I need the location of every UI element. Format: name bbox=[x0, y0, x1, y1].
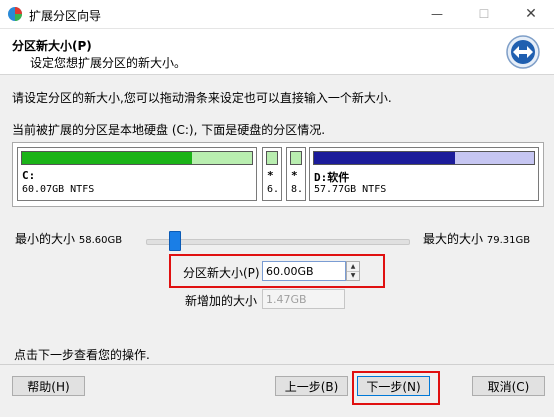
wizard-header: 分区新大小(P) 设定您想扩展分区的新大小。 bbox=[0, 29, 554, 75]
max-size-label: 最大的大小 79.31GB bbox=[423, 230, 530, 247]
min-size-text: 最小的大小 bbox=[15, 232, 76, 246]
increase-size-label: 新增加的大小 bbox=[185, 294, 258, 308]
new-size-label: 分区新大小(P) bbox=[183, 266, 260, 280]
window-title: 扩展分区向导 bbox=[29, 9, 102, 23]
partition-usage-bar bbox=[21, 151, 253, 165]
max-size-text: 最大的大小 bbox=[423, 232, 484, 246]
increase-size-field: 1.47GB bbox=[262, 289, 345, 309]
cancel-button[interactable]: 取消(C) bbox=[472, 376, 545, 396]
footer-hint: 点击下一步查看您的操作. bbox=[14, 348, 150, 362]
page-subtitle: 设定您想扩展分区的新大小。 bbox=[30, 56, 187, 70]
new-size-spinner[interactable]: ▲ ▼ bbox=[346, 261, 360, 281]
partition-unallocated-1[interactable]: * 6. bbox=[262, 147, 282, 201]
minimize-button[interactable]: — bbox=[414, 0, 460, 28]
title-bar: 扩展分区向导 — ☐ ✕ bbox=[0, 0, 554, 29]
spin-down-icon[interactable]: ▼ bbox=[347, 271, 359, 280]
partition-usage-bar bbox=[313, 151, 535, 165]
partition-usage-fill bbox=[314, 152, 455, 164]
partition-usage-bar bbox=[290, 151, 302, 165]
partition-unallocated-2[interactable]: * 8. bbox=[286, 147, 306, 201]
partition-detail: 6. bbox=[267, 184, 280, 195]
new-size-input[interactable]: 60.00GB bbox=[262, 261, 346, 281]
partition-d[interactable]: D:软件 57.77GB NTFS bbox=[309, 147, 539, 201]
size-slider-track[interactable] bbox=[146, 239, 410, 245]
partition-detail: 60.07GB NTFS bbox=[22, 184, 95, 195]
max-size-value: 79.31GB bbox=[486, 235, 531, 246]
partition-usage-bar bbox=[266, 151, 278, 165]
instruction-line-2: 当前被扩展的分区是本地硬盘 (C:), 下面是硬盘的分区情况. bbox=[12, 123, 326, 137]
partition-label: * bbox=[267, 169, 274, 182]
min-size-value: 58.60GB bbox=[78, 235, 123, 246]
next-button[interactable]: 下一步(N) bbox=[357, 376, 430, 396]
partition-app-icon bbox=[8, 7, 22, 21]
help-button[interactable]: 帮助(H) bbox=[12, 376, 85, 396]
partition-label: C: bbox=[22, 169, 36, 182]
partition-usage-fill bbox=[22, 152, 193, 164]
partition-detail: 8. bbox=[291, 184, 304, 195]
min-size-label: 最小的大小 58.60GB bbox=[15, 230, 122, 247]
partition-detail: 57.77GB NTFS bbox=[314, 184, 387, 195]
partition-label: D:软件 bbox=[314, 171, 350, 184]
disk-map: C: 60.07GB NTFS * 6. * 8. D:软件 57.77GB N… bbox=[12, 142, 544, 207]
back-button[interactable]: 上一步(B) bbox=[275, 376, 348, 396]
maximize-button[interactable]: ☐ bbox=[461, 0, 507, 28]
size-slider-thumb[interactable] bbox=[169, 231, 181, 251]
page-title: 分区新大小(P) bbox=[12, 39, 92, 53]
close-button[interactable]: ✕ bbox=[508, 0, 554, 28]
double-arrow-nav-icon bbox=[506, 35, 540, 69]
partition-label: * bbox=[291, 169, 298, 182]
partition-c[interactable]: C: 60.07GB NTFS bbox=[17, 147, 257, 201]
instruction-line-1: 请设定分区的新大小,您可以拖动滑条来设定也可以直接输入一个新大小. bbox=[12, 91, 392, 105]
footer-divider bbox=[0, 364, 554, 365]
